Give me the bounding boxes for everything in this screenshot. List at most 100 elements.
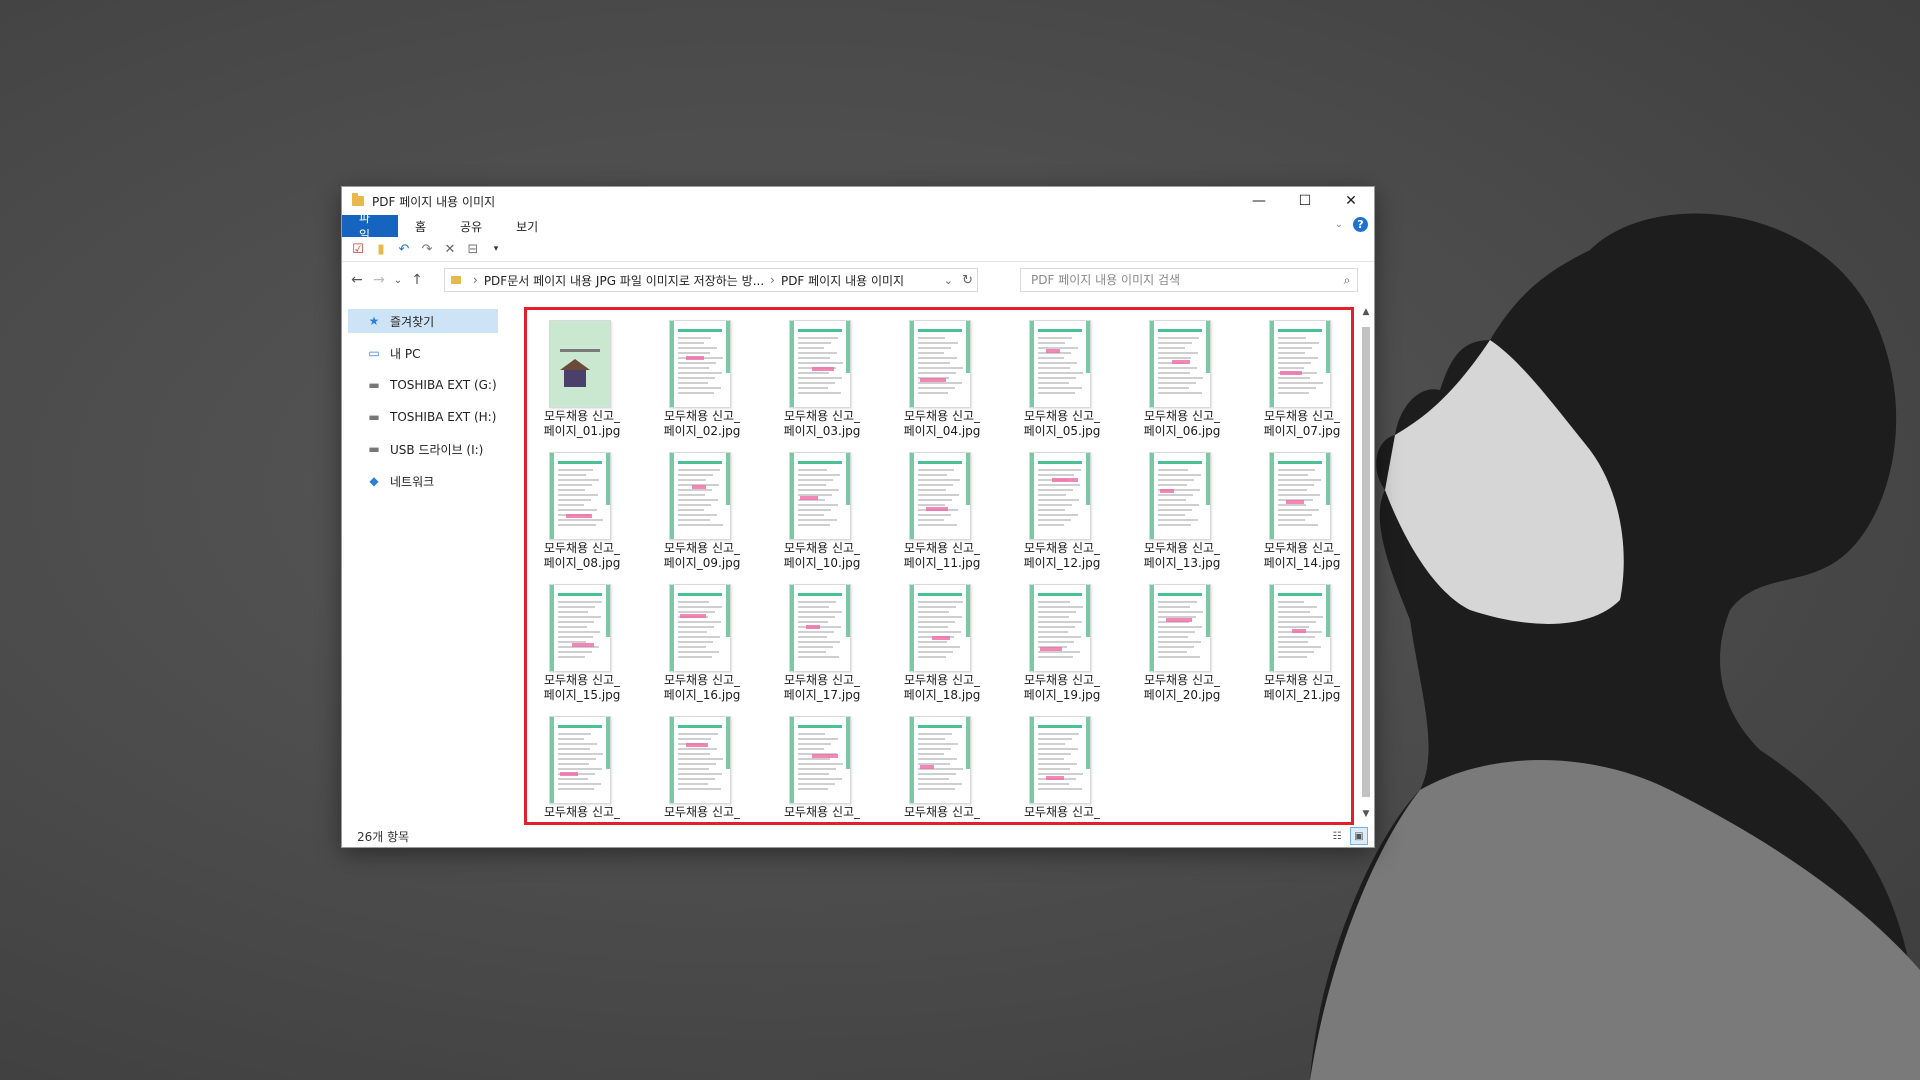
up-button[interactable]: ↑ xyxy=(406,272,428,288)
file-item[interactable]: 모두채용 신고_ 페이지_19.jpg xyxy=(1007,578,1117,706)
file-name-line: 모두채용 신고_ xyxy=(663,409,741,423)
file-item[interactable]: 모두채용 신고_ 페이지_05.jpg xyxy=(1007,314,1117,442)
minimize-button[interactable]: — xyxy=(1236,187,1282,215)
file-name-line: 페이지_16.jpg xyxy=(663,688,741,702)
file-name-line: 모두채용 신고_ xyxy=(663,541,741,555)
file-item[interactable]: 모두채용 신고_ 페이지_03.jpg xyxy=(767,314,877,442)
file-name-line: 모두채용 신고_ xyxy=(543,541,621,555)
navigation-pane: ★ 즐겨찾기 ▭ 내 PC ▬ TOSHIBA EXT (G:) ▬ TOSHI… xyxy=(342,307,502,807)
file-thumbnail xyxy=(909,584,971,672)
file-item[interactable]: 모두채용 신고_ 페이지_06.jpg xyxy=(1127,314,1237,442)
rename-icon[interactable]: ⊟ xyxy=(465,241,481,257)
vertical-scrollbar[interactable]: ▲ ▼ xyxy=(1358,307,1374,825)
file-item[interactable]: 모두채용 신고_ 페이지_01.jpg xyxy=(527,314,637,442)
new-folder-icon[interactable]: ▮ xyxy=(373,241,389,257)
file-thumbnail xyxy=(549,584,611,672)
file-item[interactable]: 모두채용 신고_ 페이지_07.jpg xyxy=(1247,314,1351,442)
file-item[interactable]: 모두채용 신고_ 페이지_09.jpg xyxy=(647,446,757,574)
properties-icon[interactable]: ☑ xyxy=(350,241,366,257)
refresh-icon[interactable]: ↻ xyxy=(962,273,973,288)
recent-locations-icon[interactable]: ⌄ xyxy=(390,275,406,286)
file-name: 모두채용 신고_ 페이지_12.jpg xyxy=(1007,541,1117,571)
file-item[interactable]: 모두채용 신고_ 페이지_11.jpg xyxy=(887,446,997,574)
breadcrumb-current[interactable]: PDF 페이지 내용 이미지 xyxy=(781,272,904,289)
file-name-line: 페이지_18.jpg xyxy=(903,688,981,702)
nav-item-usb-drive[interactable]: ▬ USB 드라이브 (I:) xyxy=(348,437,498,461)
quick-access-toolbar: ☑ ▮ ↶ ↷ ✕ ⊟ ▾ xyxy=(342,237,1374,262)
file-thumbnail xyxy=(669,452,731,540)
file-name: 모두채용 신고_ 페이지_07.jpg xyxy=(1247,409,1351,439)
file-name: 모두채용 신고_ xyxy=(887,805,997,820)
delete-icon[interactable]: ✕ xyxy=(442,241,458,257)
file-item[interactable]: 모두채용 신고_ 페이지_14.jpg xyxy=(1247,446,1351,574)
file-item[interactable]: 모두채용 신고_ 페이지_02.jpg xyxy=(647,314,757,442)
file-item[interactable]: 모두채용 신고_ xyxy=(1007,710,1117,822)
file-name-line: 모두채용 신고_ xyxy=(903,541,981,555)
ribbon-tabs: 파일 홈 공유 보기 ⌄ ? xyxy=(342,211,1374,242)
tab-file[interactable]: 파일 xyxy=(342,211,398,242)
details-view-icon[interactable]: ☷ xyxy=(1328,827,1346,845)
forward-button[interactable]: → xyxy=(368,272,390,288)
large-icons-view-icon[interactable]: ▣ xyxy=(1350,827,1368,845)
file-thumbnail xyxy=(909,452,971,540)
breadcrumb-parent[interactable]: PDF문서 페이지 내용 JPG 파일 이미지로 저장하는 방... xyxy=(484,272,764,289)
tab-view[interactable]: 보기 xyxy=(499,215,555,237)
file-name: 모두채용 신고_ 페이지_04.jpg xyxy=(887,409,997,439)
file-item[interactable]: 모두채용 신고_ 페이지_18.jpg xyxy=(887,578,997,706)
address-box[interactable]: › PDF문서 페이지 내용 JPG 파일 이미지로 저장하는 방... › P… xyxy=(444,268,978,292)
search-input[interactable] xyxy=(1029,272,1337,288)
file-name: 모두채용 신고_ 페이지_14.jpg xyxy=(1247,541,1351,571)
file-thumbnail xyxy=(909,320,971,408)
file-name-line: 모두채용 신고_ xyxy=(903,805,981,819)
file-name: 모두채용 신고_ 페이지_08.jpg xyxy=(527,541,637,571)
file-item[interactable]: 모두채용 신고_ 페이지_17.jpg xyxy=(767,578,877,706)
file-thumbnail xyxy=(1029,584,1091,672)
file-item[interactable]: 모두채용 신고_ 페이지_21.jpg xyxy=(1247,578,1351,706)
nav-item-drive-h[interactable]: ▬ TOSHIBA EXT (H:) xyxy=(348,405,498,429)
scroll-up-icon[interactable]: ▲ xyxy=(1358,307,1374,323)
undo-icon[interactable]: ↶ xyxy=(396,241,412,257)
file-item[interactable]: 모두채용 신고_ 페이지_08.jpg xyxy=(527,446,637,574)
address-dropdown-icon[interactable]: ⌄ xyxy=(944,274,953,287)
file-thumbnail xyxy=(789,320,851,408)
tab-share[interactable]: 공유 xyxy=(443,215,499,237)
file-item[interactable]: 모두채용 신고_ xyxy=(767,710,877,822)
maximize-button[interactable]: ☐ xyxy=(1282,187,1328,215)
redo-icon[interactable]: ↷ xyxy=(419,241,435,257)
file-name-line: 모두채용 신고_ xyxy=(1143,673,1221,687)
file-item[interactable]: 모두채용 신고_ 페이지_12.jpg xyxy=(1007,446,1117,574)
file-item[interactable]: 모두채용 신고_ xyxy=(527,710,637,822)
file-name-line: 모두채용 신고_ xyxy=(783,805,861,819)
help-icon[interactable]: ? xyxy=(1353,217,1368,232)
customize-dropdown-icon[interactable]: ▾ xyxy=(488,241,504,257)
search-icon[interactable]: ⌕ xyxy=(1337,273,1357,288)
file-name: 모두채용 신고_ 페이지_21.jpg xyxy=(1247,673,1351,703)
nav-item-network[interactable]: ◆ 네트워크 xyxy=(348,469,498,493)
nav-item-this-pc[interactable]: ▭ 내 PC xyxy=(348,341,498,365)
nav-item-favorites[interactable]: ★ 즐겨찾기 xyxy=(348,309,498,333)
expand-ribbon-icon[interactable]: ⌄ xyxy=(1335,219,1343,230)
file-item[interactable]: 모두채용 신고_ 페이지_16.jpg xyxy=(647,578,757,706)
close-button[interactable]: ✕ xyxy=(1328,187,1374,215)
file-item[interactable]: 모두채용 신고_ xyxy=(647,710,757,822)
file-item[interactable]: 모두채용 신고_ 페이지_04.jpg xyxy=(887,314,997,442)
file-name-line: 모두채용 신고_ xyxy=(1263,409,1341,423)
nav-item-drive-g[interactable]: ▬ TOSHIBA EXT (G:) xyxy=(348,373,498,397)
search-box: ⌕ xyxy=(1020,268,1358,292)
file-item[interactable]: 모두채용 신고_ 페이지_13.jpg xyxy=(1127,446,1237,574)
file-item[interactable]: 모두채용 신고_ 페이지_15.jpg xyxy=(527,578,637,706)
scroll-down-icon[interactable]: ▼ xyxy=(1358,809,1374,825)
file-item[interactable]: 모두채용 신고_ 페이지_10.jpg xyxy=(767,446,877,574)
nav-item-label: TOSHIBA EXT (G:) xyxy=(390,378,497,392)
nav-item-label: TOSHIBA EXT (H:) xyxy=(390,410,497,424)
star-icon: ★ xyxy=(368,314,380,328)
file-name-line: 페이지_15.jpg xyxy=(543,688,621,702)
file-name: 모두채용 신고_ 페이지_19.jpg xyxy=(1007,673,1117,703)
back-button[interactable]: ← xyxy=(346,272,368,288)
breadcrumb-separator: › xyxy=(770,273,775,287)
file-item[interactable]: 모두채용 신고_ 페이지_20.jpg xyxy=(1127,578,1237,706)
file-name: 모두채용 신고_ xyxy=(647,805,757,820)
file-item[interactable]: 모두채용 신고_ xyxy=(887,710,997,822)
tab-home[interactable]: 홈 xyxy=(398,215,443,237)
scrollbar-thumb[interactable] xyxy=(1362,327,1370,797)
